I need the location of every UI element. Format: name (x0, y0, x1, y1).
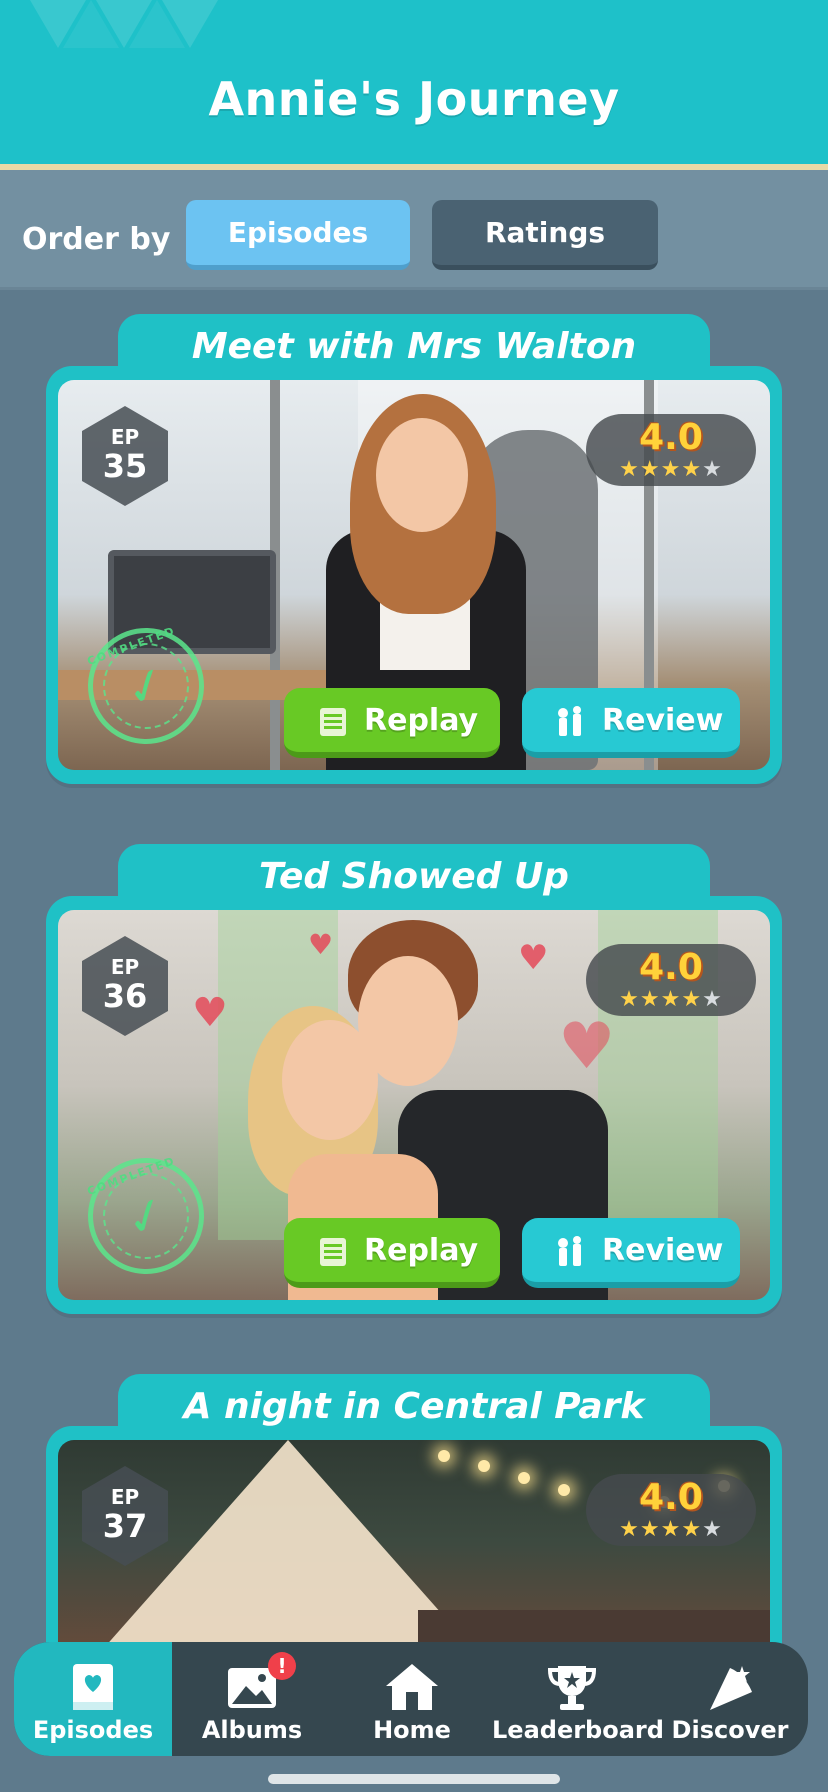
string-light (438, 1450, 450, 1462)
rating-value: 4.0 (639, 947, 703, 988)
star-icon: ★ (639, 987, 661, 1012)
episode-number: 37 (102, 1507, 148, 1545)
review-label: Review (602, 1233, 724, 1268)
scene-character (376, 418, 468, 532)
episode-label: EP (110, 955, 140, 979)
episode-card[interactable]: EP 37 4.0 ★★★★★ (46, 1426, 782, 1666)
rating-pill: 4.0 ★★★★★ (586, 1474, 756, 1546)
order-episodes-button[interactable]: Episodes (186, 200, 410, 270)
replay-label: Replay (364, 703, 479, 738)
review-label: Review (602, 703, 724, 738)
heart-icon: ♥ (518, 938, 549, 978)
notification-badge: ! (268, 1652, 296, 1680)
review-icon (558, 1236, 581, 1266)
star-empty-icon: ★ (702, 987, 723, 1012)
replay-label: Replay (364, 1233, 479, 1268)
star-icon: ★ (681, 1517, 703, 1542)
discover-icon (710, 1666, 752, 1710)
rating-stars: ★★★★★ (586, 1518, 756, 1542)
header-decor (63, 0, 119, 48)
nav-discover[interactable]: Discover (652, 1642, 808, 1756)
string-light (518, 1472, 530, 1484)
star-empty-icon: ★ (702, 1517, 723, 1542)
star-icon: ★ (619, 457, 640, 482)
star-icon: ★ (639, 457, 661, 482)
nav-label: Leaderboard (492, 1716, 664, 1744)
order-bar: Order by Episodes Ratings (0, 170, 828, 290)
order-by-label: Order by (22, 222, 171, 257)
star-icon: ★ (639, 1517, 661, 1542)
episode-number: 35 (102, 447, 148, 485)
nav-leaderboard[interactable]: Leaderboard (492, 1642, 664, 1756)
string-light (558, 1484, 570, 1496)
nav-episodes[interactable]: Episodes (14, 1642, 172, 1756)
replay-button[interactable]: Replay (284, 1218, 500, 1288)
book-icon (320, 708, 346, 736)
rating-value: 4.0 (639, 417, 703, 458)
episode-label: EP (110, 425, 140, 449)
star-icon: ★ (660, 987, 682, 1012)
nav-albums[interactable]: ! Albums (172, 1642, 332, 1756)
episode-label: EP (110, 1485, 140, 1509)
rating-stars: ★★★★★ (586, 988, 756, 1012)
page-title: Annie's Journey (208, 72, 620, 126)
heart-icon: ♥ (558, 1010, 616, 1084)
heart-icon: ♥ (192, 990, 228, 1036)
star-icon: ★ (660, 457, 682, 482)
episode-number: 36 (102, 977, 148, 1015)
home-indicator[interactable] (268, 1774, 560, 1784)
replay-button[interactable]: Replay (284, 688, 500, 758)
nav-label: Episodes (32, 1716, 154, 1744)
book-heart-icon (73, 1664, 113, 1710)
star-icon: ★ (619, 987, 640, 1012)
star-icon: ★ (660, 1517, 682, 1542)
nav-label: Discover (671, 1716, 789, 1744)
order-ratings-button[interactable]: Ratings (432, 200, 658, 270)
trophy-icon (547, 1666, 597, 1710)
heart-icon: ♥ (308, 928, 334, 961)
scene-character (282, 1020, 378, 1140)
rating-pill: 4.0 ★★★★★ (586, 414, 756, 486)
episode-card[interactable]: ♥ ♥ ♥ ♥ EP 36 4.0 ★★★★★ COMPLETED ✓ Repl… (46, 896, 782, 1314)
nav-label: Home (373, 1716, 451, 1744)
bottom-navigation: Episodes ! Albums Home Leaderboard Disco… (14, 1642, 808, 1756)
rating-stars: ★★★★★ (586, 458, 756, 482)
rating-value: 4.0 (639, 1477, 703, 1518)
episode-card[interactable]: EP 35 4.0 ★★★★★ COMPLETED ✓ Replay Revie… (46, 366, 782, 784)
nav-home[interactable]: Home (332, 1642, 492, 1756)
book-icon (320, 1238, 346, 1266)
star-icon: ★ (681, 987, 703, 1012)
star-icon: ★ (681, 457, 703, 482)
header-decor (129, 0, 185, 48)
review-icon (558, 706, 581, 736)
rating-pill: 4.0 ★★★★★ (586, 944, 756, 1016)
header-bar: Annie's Journey (0, 0, 828, 166)
star-icon: ★ (619, 1517, 640, 1542)
review-button[interactable]: Review (522, 1218, 740, 1288)
review-button[interactable]: Review (522, 688, 740, 758)
star-empty-icon: ★ (702, 457, 723, 482)
home-icon (386, 1664, 438, 1710)
nav-label: Albums (201, 1716, 303, 1744)
string-light (478, 1460, 490, 1472)
